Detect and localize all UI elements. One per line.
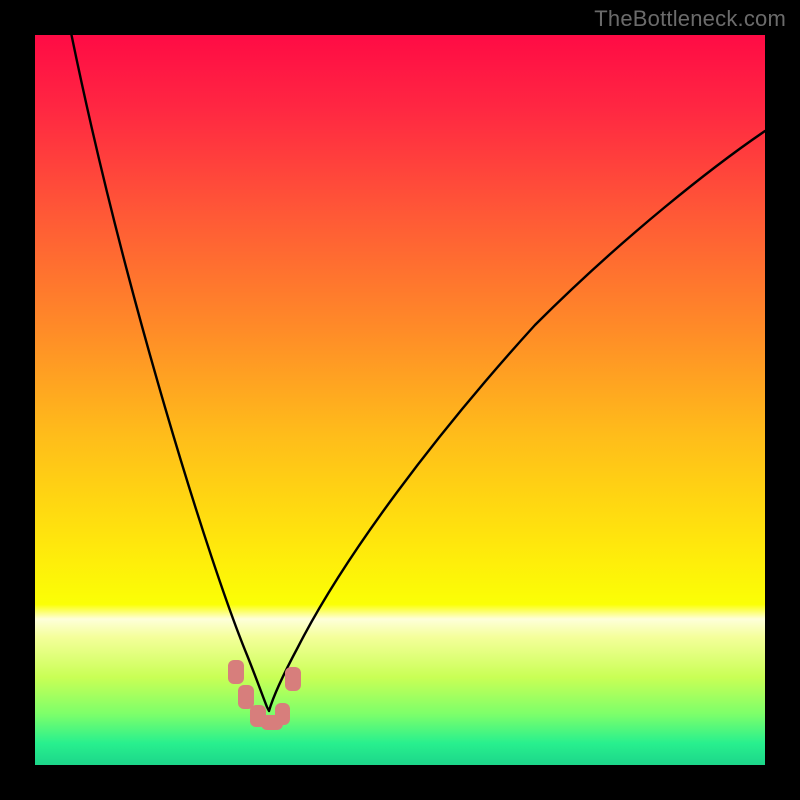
chart-stage: TheBottleneck.com xyxy=(0,0,800,800)
data-marker xyxy=(228,660,244,684)
curve-path xyxy=(72,35,766,711)
watermark-text: TheBottleneck.com xyxy=(594,6,786,32)
data-marker xyxy=(285,667,301,691)
plot-area xyxy=(35,35,765,765)
data-marker xyxy=(275,703,290,725)
bottleneck-curve xyxy=(35,35,765,765)
